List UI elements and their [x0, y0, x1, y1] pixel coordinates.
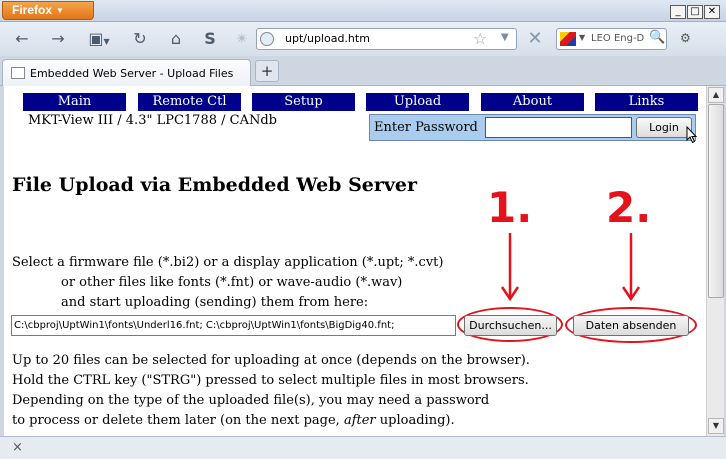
close-window-button[interactable]: ✕	[704, 5, 720, 19]
globe-icon	[260, 32, 274, 46]
maximize-button[interactable]: □	[687, 5, 703, 19]
menu-tab-label: About	[512, 94, 553, 109]
info-line-2: Hold the CTRL key ("STRG") pressed to se…	[12, 373, 529, 388]
login-button-label: Login	[649, 121, 679, 134]
search-placeholder: LEO Eng-D	[591, 33, 645, 44]
menu-tab-label: Links	[628, 94, 665, 109]
url-dropdown-icon[interactable]: ▼	[501, 32, 509, 43]
new-tab-label: +	[260, 62, 274, 80]
back-icon[interactable]: ←	[10, 28, 34, 50]
menu-tab-upload[interactable]: Upload	[366, 93, 469, 111]
sync-icon[interactable]: S	[198, 28, 222, 50]
firefox-menu-button[interactable]: Firefox ▼	[2, 1, 94, 20]
info-line-1: Up to 20 files can be selected for uploa…	[12, 353, 530, 368]
search-engine-dropdown-icon[interactable]: ▼	[579, 33, 585, 42]
password-label: Enter Password	[374, 120, 478, 135]
home-icon[interactable]: ⌂	[164, 28, 188, 50]
page-content: Main Remote Ctl Setup Upload About Links…	[4, 86, 706, 436]
loading-icon: ✴	[235, 29, 249, 48]
menu-tab-remote-ctl[interactable]: Remote Ctl	[138, 93, 241, 111]
url-bar[interactable]: upt/upload.htm ☆ ▼	[256, 28, 517, 50]
forward-icon[interactable]: →	[46, 28, 70, 50]
tab-title: Embedded Web Server - Upload Files	[30, 67, 234, 80]
reload-icon[interactable]: ↻	[128, 28, 152, 50]
minimize-label: _	[675, 6, 681, 17]
status-bar: ×	[0, 436, 726, 459]
bookmark-icon[interactable]: ▣▼	[82, 28, 116, 50]
star-icon[interactable]: ☆	[473, 29, 487, 48]
intro-line-1: Select a firmware file (*.bi2) or a disp…	[12, 255, 444, 270]
submit-button[interactable]: Daten absenden	[573, 315, 689, 336]
menu-tab-label: Main	[57, 94, 92, 109]
leo-icon[interactable]	[560, 32, 576, 46]
scroll-down-icon[interactable]: ▼	[708, 418, 724, 434]
arrow-down-icon	[500, 233, 520, 302]
vertical-scrollbar[interactable]: ▲ ▼	[706, 86, 724, 436]
file-path-input[interactable]: C:\cbproj\UptWin1\fonts\Underl16.fnt; C:…	[11, 315, 456, 336]
scrollbar-thumb[interactable]	[708, 104, 724, 298]
menu-tab-about[interactable]: About	[481, 93, 584, 111]
intro-line-3: and start uploading (sending) them from …	[61, 295, 369, 310]
minimize-button[interactable]: _	[670, 5, 686, 19]
firefox-menu-label: Firefox	[12, 3, 53, 17]
page-title: File Upload via Embedded Web Server	[12, 174, 418, 196]
menu-tab-setup[interactable]: Setup	[252, 93, 355, 111]
addon-icon[interactable]: ⚙	[680, 31, 696, 45]
submit-button-label: Daten absenden	[585, 319, 677, 332]
menu-tab-label: Upload	[393, 94, 442, 109]
stop-icon[interactable]: ✕	[523, 28, 547, 50]
close-label: ✕	[707, 6, 717, 17]
cursor-icon	[686, 126, 698, 144]
arrow-down-icon	[621, 233, 641, 302]
intro-line-2: or other files like fonts (*.fnt) or wav…	[61, 275, 403, 290]
menu-tab-label: Setup	[284, 94, 323, 109]
new-tab-button[interactable]: +	[255, 60, 279, 82]
tab-strip: Embedded Web Server - Upload Files +	[0, 56, 726, 86]
menu-tab-main[interactable]: Main	[23, 93, 126, 111]
info-line-4-end: uploading).	[375, 413, 455, 428]
device-info: MKT-View III / 4.3" LPC1788 / CANdb	[28, 113, 277, 128]
menu-tab-label: Remote Ctl	[152, 94, 227, 109]
search-bar[interactable]: ▼ LEO Eng-D 🔍	[556, 28, 667, 50]
chevron-down-icon: ▼	[56, 6, 64, 16]
info-line-4-start: to process or delete them later (on the …	[12, 413, 344, 428]
login-form: Enter Password Login	[369, 114, 696, 141]
info-line-4-emphasis: after	[343, 413, 376, 428]
search-icon[interactable]: 🔍	[649, 30, 665, 45]
url-text: upt/upload.htm	[285, 32, 370, 45]
favicon-icon	[11, 67, 25, 79]
login-button[interactable]: Login	[636, 117, 692, 138]
info-line-4: to process or delete them later (on the …	[12, 412, 455, 430]
scroll-up-icon[interactable]: ▲	[708, 87, 724, 103]
menu-tab-links[interactable]: Links	[595, 93, 698, 111]
browse-button[interactable]: Durchsuchen...	[464, 315, 557, 336]
browse-button-label: Durchsuchen...	[469, 319, 552, 332]
step-1-label: 1.	[487, 183, 533, 232]
step-2-label: 2.	[606, 183, 652, 232]
title-bar: Firefox ▼ _ □ ✕	[0, 0, 726, 22]
maximize-label: □	[690, 6, 700, 17]
navigation-toolbar: ← → ▣▼ ↻ ⌂ S ✴ upt/upload.htm ☆ ▼ ✕ ▼ LE…	[0, 22, 726, 56]
info-line-3: Depending on the type of the uploaded fi…	[12, 393, 490, 408]
password-input[interactable]	[485, 117, 632, 138]
close-icon[interactable]: ×	[12, 440, 23, 455]
tab-upload-files[interactable]: Embedded Web Server - Upload Files	[2, 59, 251, 86]
